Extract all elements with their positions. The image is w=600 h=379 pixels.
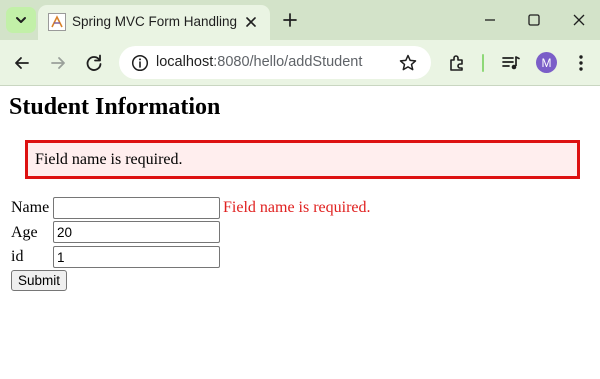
chevron-down-icon bbox=[16, 17, 26, 23]
close-icon[interactable] bbox=[243, 14, 259, 30]
browser-toolbar: localhost:8080/hello/addStudent M bbox=[0, 40, 600, 86]
active-tab[interactable]: Spring MVC Form Handling bbox=[38, 5, 270, 40]
id-input[interactable] bbox=[53, 246, 220, 268]
maximize-icon[interactable] bbox=[524, 10, 544, 30]
url-text[interactable]: localhost:8080/hello/addStudent bbox=[156, 54, 362, 70]
reload-icon[interactable] bbox=[83, 52, 105, 74]
minimize-icon[interactable] bbox=[480, 10, 500, 30]
id-label: id bbox=[11, 248, 24, 265]
name-label: Name bbox=[11, 199, 50, 216]
address-bar[interactable]: localhost:8080/hello/addStudent bbox=[119, 46, 431, 79]
age-input[interactable] bbox=[53, 221, 220, 243]
tab-strip: Spring MVC Form Handling bbox=[0, 0, 600, 40]
favicon-icon bbox=[48, 13, 66, 31]
extensions-icon[interactable] bbox=[446, 52, 468, 74]
url-path: :8080/hello/addStudent bbox=[213, 54, 363, 70]
name-field-error: Field name is required. bbox=[223, 199, 371, 216]
error-summary-text: Field name is required. bbox=[35, 151, 183, 168]
toolbar-divider bbox=[482, 54, 484, 72]
age-label: Age bbox=[11, 224, 38, 241]
forward-arrow-icon[interactable] bbox=[47, 52, 69, 74]
window-close-icon[interactable] bbox=[569, 10, 589, 30]
tab-search-button[interactable] bbox=[6, 7, 36, 33]
back-arrow-icon[interactable] bbox=[11, 52, 33, 74]
error-summary-box: Field name is required. bbox=[25, 140, 580, 179]
profile-avatar[interactable]: M bbox=[536, 52, 557, 73]
page-title: Student Information bbox=[9, 94, 221, 120]
media-queue-icon[interactable] bbox=[500, 52, 522, 74]
tab-title: Spring MVC Form Handling bbox=[72, 14, 238, 29]
page-content: Student Information Field name is requir… bbox=[0, 87, 600, 379]
name-input[interactable] bbox=[53, 197, 220, 219]
kebab-menu-icon[interactable] bbox=[570, 52, 592, 74]
star-icon[interactable] bbox=[398, 53, 418, 73]
submit-button[interactable]: Submit bbox=[11, 270, 67, 291]
plus-icon[interactable] bbox=[280, 10, 300, 30]
info-icon[interactable] bbox=[131, 54, 149, 72]
url-host: localhost bbox=[156, 54, 214, 70]
